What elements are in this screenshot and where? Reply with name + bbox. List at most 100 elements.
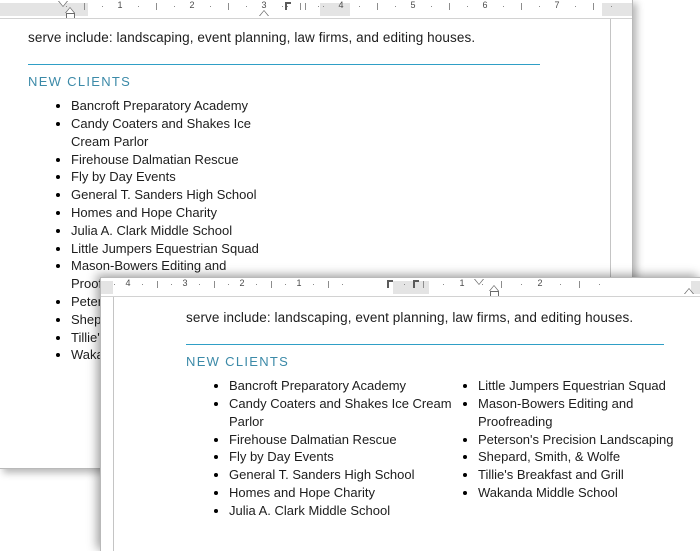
- right-indent-marker[interactable]: [684, 278, 695, 296]
- ruler-tick-dot: [284, 284, 286, 285]
- front-document-window[interactable]: 4 3 2 1 1 2 serve include: landscaping, event…: [100, 277, 700, 551]
- ruler-half-tick: [377, 3, 378, 10]
- client-column-left: Bancroft Preparatory Academy Candy Coater…: [186, 377, 460, 519]
- ruler-track: [0, 3, 632, 16]
- list-item: General T. Sanders High School: [53, 186, 293, 204]
- ruler-number: 6: [482, 0, 488, 10]
- ruler-number: 5: [410, 0, 416, 10]
- ruler-number: 7: [554, 0, 560, 10]
- ruler-tick-dot: [138, 6, 139, 7]
- ruler-right-margin-zone: [602, 3, 632, 16]
- ruler-half-tick: [521, 3, 522, 10]
- client-columns: Bancroft Preparatory Academy Candy Coater…: [186, 377, 700, 519]
- ruler-tick-dot: [318, 6, 319, 7]
- body-paragraph: serve include: landscaping, event planni…: [186, 310, 634, 325]
- ruler-gutter-zone: [320, 3, 350, 16]
- list-item: General T. Sanders High School: [211, 466, 456, 484]
- ruler-tick-dot: [256, 284, 258, 285]
- ruler-tick-dot: [174, 6, 175, 7]
- ruler-half-tick: [213, 281, 215, 288]
- front-document-ruler[interactable]: 4 3 2 1 1 2: [101, 278, 700, 297]
- ruler-number: 1: [296, 278, 302, 288]
- list-item: Mason-Bowers Editing and Proofreading: [460, 395, 700, 431]
- ruler-tick-dot: [282, 6, 283, 7]
- ruler-tick-dot: [611, 6, 612, 7]
- ruler-number: 2: [189, 0, 195, 10]
- ruler-half-tick: [228, 3, 229, 10]
- ruler-tick-dot: [246, 6, 247, 7]
- heading-rule: [28, 64, 540, 66]
- list-item: Julia A. Clark Middle School: [53, 222, 293, 240]
- ruler-number: 1: [459, 278, 465, 288]
- ruler-half-tick: [84, 3, 85, 10]
- ruler-tick-dot: [598, 284, 600, 285]
- list-item: Little Jumpers Equestrian Squad: [53, 240, 293, 258]
- ruler-half-tick: [449, 3, 450, 10]
- back-document-ruler[interactable]: 1234567: [0, 0, 632, 19]
- ruler-tick-dot: [403, 284, 405, 285]
- heading-rule: [186, 344, 664, 346]
- ruler-number: 2: [537, 278, 543, 288]
- ruler-tick-dot: [520, 284, 522, 285]
- ruler-half-tick: [156, 281, 158, 288]
- body-paragraph: serve include: landscaping, event planni…: [28, 30, 476, 45]
- ruler-tick-dot: [559, 284, 561, 285]
- ruler-half-tick: [327, 281, 329, 288]
- ruler-text-zone-two: [350, 3, 602, 16]
- ruler-tick-dot: [142, 284, 144, 285]
- ruler-tick-dot: [341, 284, 343, 285]
- ruler-tick-dot: [313, 284, 315, 285]
- list-item: Fly by Day Events: [211, 448, 456, 466]
- ruler-half-tick: [501, 281, 502, 288]
- ruler-tick-dot: [395, 6, 396, 7]
- ruler-tick-dot: [199, 284, 201, 285]
- ruler-number: 3: [182, 278, 188, 288]
- list-item: Fly by Day Events: [53, 168, 293, 186]
- list-item: Little Jumpers Equestrian Squad: [460, 377, 700, 395]
- ruler-text-zone-left: [113, 281, 179, 294]
- first-line-indent-marker[interactable]: [474, 278, 485, 296]
- tab-stop-marker[interactable]: [285, 0, 296, 18]
- right-indent-marker[interactable]: [259, 0, 270, 18]
- client-list-right: Little Jumpers Equestrian Squad Mason-Bow…: [460, 377, 700, 502]
- list-item: Homes and Hope Charity: [211, 484, 456, 502]
- ruler-tick-dot: [227, 284, 229, 285]
- ruler-tick-dot: [575, 6, 576, 7]
- ruler-half-tick: [579, 281, 580, 288]
- list-item: Candy Coaters and Shakes Ice Cream Parlo…: [53, 115, 293, 151]
- list-item: Homes and Hope Charity: [53, 204, 293, 222]
- tab-stop-marker[interactable]: [387, 278, 398, 296]
- ruler-tick-dot: [113, 284, 115, 285]
- ruler-number: 4: [125, 278, 131, 288]
- ruler-half-tick: [300, 3, 301, 10]
- ruler-text-zone-main: [179, 281, 393, 294]
- hanging-indent-marker[interactable]: [65, 0, 76, 18]
- ruler-number: 2: [239, 278, 245, 288]
- ruler-number: 1: [117, 0, 123, 10]
- ruler-tick-dot: [210, 6, 211, 7]
- screenshot-stage: 1 2 3 4 5 6 7 serve include: landscaping, even…: [0, 0, 700, 551]
- tab-stop-marker[interactable]: [413, 278, 424, 296]
- ruler-text-zone-right: [429, 281, 691, 294]
- list-item: Bancroft Preparatory Academy: [211, 377, 456, 395]
- ruler-tick-dot: [323, 6, 324, 7]
- ruler-half-tick: [593, 3, 594, 10]
- list-item: Bancroft Preparatory Academy: [53, 97, 293, 115]
- ruler-half-tick: [270, 281, 272, 288]
- ruler-tick-dot: [539, 6, 540, 7]
- section-heading: NEW CLIENTS: [28, 74, 132, 90]
- ruler-tick-dot: [359, 6, 360, 7]
- front-document-content: serve include: landscaping, event planni…: [101, 297, 700, 520]
- list-item: Wakanda Middle School: [460, 484, 700, 502]
- ruler-track: [101, 281, 700, 294]
- client-list-left: Bancroft Preparatory Academy Candy Coater…: [211, 377, 456, 519]
- list-item: Peterson's Precision Landscaping: [460, 431, 700, 449]
- ruler-left-margin-zone: [101, 281, 113, 294]
- ruler-tick-dot: [102, 6, 103, 7]
- hanging-indent-marker[interactable]: [489, 278, 500, 296]
- section-heading: NEW CLIENTS: [186, 354, 290, 370]
- ruler-number: 4: [338, 0, 344, 10]
- front-document-page: serve include: landscaping, event planni…: [101, 297, 700, 551]
- ruler-half-tick: [305, 3, 306, 10]
- client-column-right: Little Jumpers Equestrian Squad Mason-Bow…: [460, 377, 700, 519]
